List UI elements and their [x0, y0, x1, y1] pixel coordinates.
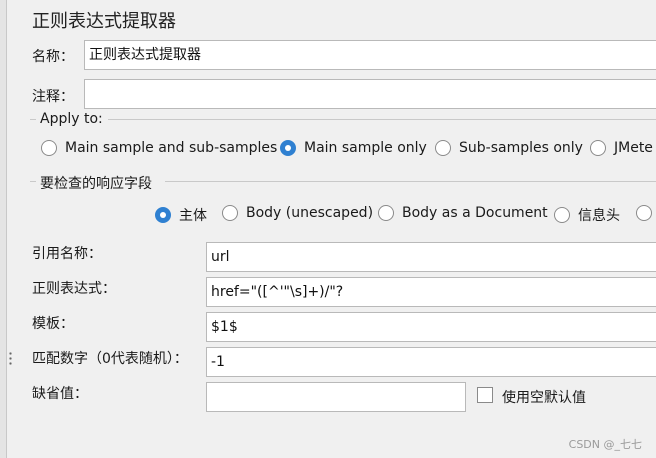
- radio-label: Sub-samples only: [459, 140, 583, 156]
- name-field[interactable]: 正则表达式提取器: [84, 40, 656, 70]
- radio-label: Main sample only: [304, 140, 427, 156]
- radio-body[interactable]: 主体: [155, 205, 207, 225]
- radio-button-selected-icon[interactable]: [280, 140, 296, 156]
- radio-button-icon[interactable]: [554, 207, 570, 223]
- match-number-label: 匹配数字（0代表随机）：: [32, 351, 188, 367]
- radio-more-clipped[interactable]: [636, 205, 656, 221]
- ref-name-label: 引用名称：: [32, 246, 102, 262]
- radio-label: 信息头: [578, 208, 620, 224]
- use-empty-default-checkbox[interactable]: [477, 387, 493, 403]
- radio-button-icon[interactable]: [636, 205, 652, 221]
- default-value-field[interactable]: [206, 382, 466, 412]
- radio-button-icon[interactable]: [590, 140, 606, 156]
- radio-main-only[interactable]: Main sample only: [280, 140, 427, 156]
- field-to-check-label: 要检查的响应字段: [40, 176, 152, 192]
- match-number-field[interactable]: -1: [206, 347, 656, 377]
- comment-field[interactable]: [84, 79, 656, 109]
- splitter-grip-icon[interactable]: [9, 351, 12, 367]
- apply-to-separator: [108, 119, 656, 120]
- left-panel-edge: [0, 0, 7, 458]
- radio-headers[interactable]: 信息头: [554, 205, 620, 225]
- page-title: 正则表达式提取器: [32, 11, 176, 32]
- radio-body-unescaped[interactable]: Body (unescaped): [222, 205, 373, 221]
- radio-button-icon[interactable]: [378, 205, 394, 221]
- template-field[interactable]: $1$: [206, 312, 656, 342]
- apply-to-separator-left: [30, 119, 36, 120]
- radio-main-and-sub[interactable]: Main sample and sub-samples: [41, 140, 277, 156]
- radio-button-icon[interactable]: [222, 205, 238, 221]
- radio-body-as-document[interactable]: Body as a Document: [378, 205, 548, 221]
- radio-button-selected-icon[interactable]: [155, 207, 171, 223]
- radio-label: Body (unescaped): [246, 205, 374, 221]
- ref-name-field[interactable]: url: [206, 242, 656, 272]
- radio-label: 主体: [179, 208, 207, 224]
- regex-field[interactable]: href="([^'"\s]+)/"?: [206, 277, 656, 307]
- regex-label: 正则表达式：: [32, 281, 116, 297]
- name-label: 名称：: [32, 49, 74, 65]
- radio-button-icon[interactable]: [435, 140, 451, 156]
- default-value-label: 缺省值：: [32, 386, 88, 402]
- radio-label: Body as a Document: [402, 205, 548, 221]
- use-empty-default-label: 使用空默认值: [502, 390, 586, 406]
- radio-jmeter-variable[interactable]: JMete: [590, 140, 653, 156]
- radio-button-icon[interactable]: [41, 140, 57, 156]
- radio-sub-only[interactable]: Sub-samples only: [435, 140, 583, 156]
- apply-to-label: Apply to:: [40, 111, 103, 127]
- field-check-separator-left: [30, 181, 36, 182]
- comment-label: 注释：: [32, 89, 74, 105]
- template-label: 模板：: [32, 316, 74, 332]
- radio-label: Main sample and sub-samples: [65, 140, 278, 156]
- radio-label: JMete: [614, 140, 653, 156]
- field-to-check-separator: [165, 181, 656, 182]
- watermark: CSDN @_七七: [568, 438, 642, 451]
